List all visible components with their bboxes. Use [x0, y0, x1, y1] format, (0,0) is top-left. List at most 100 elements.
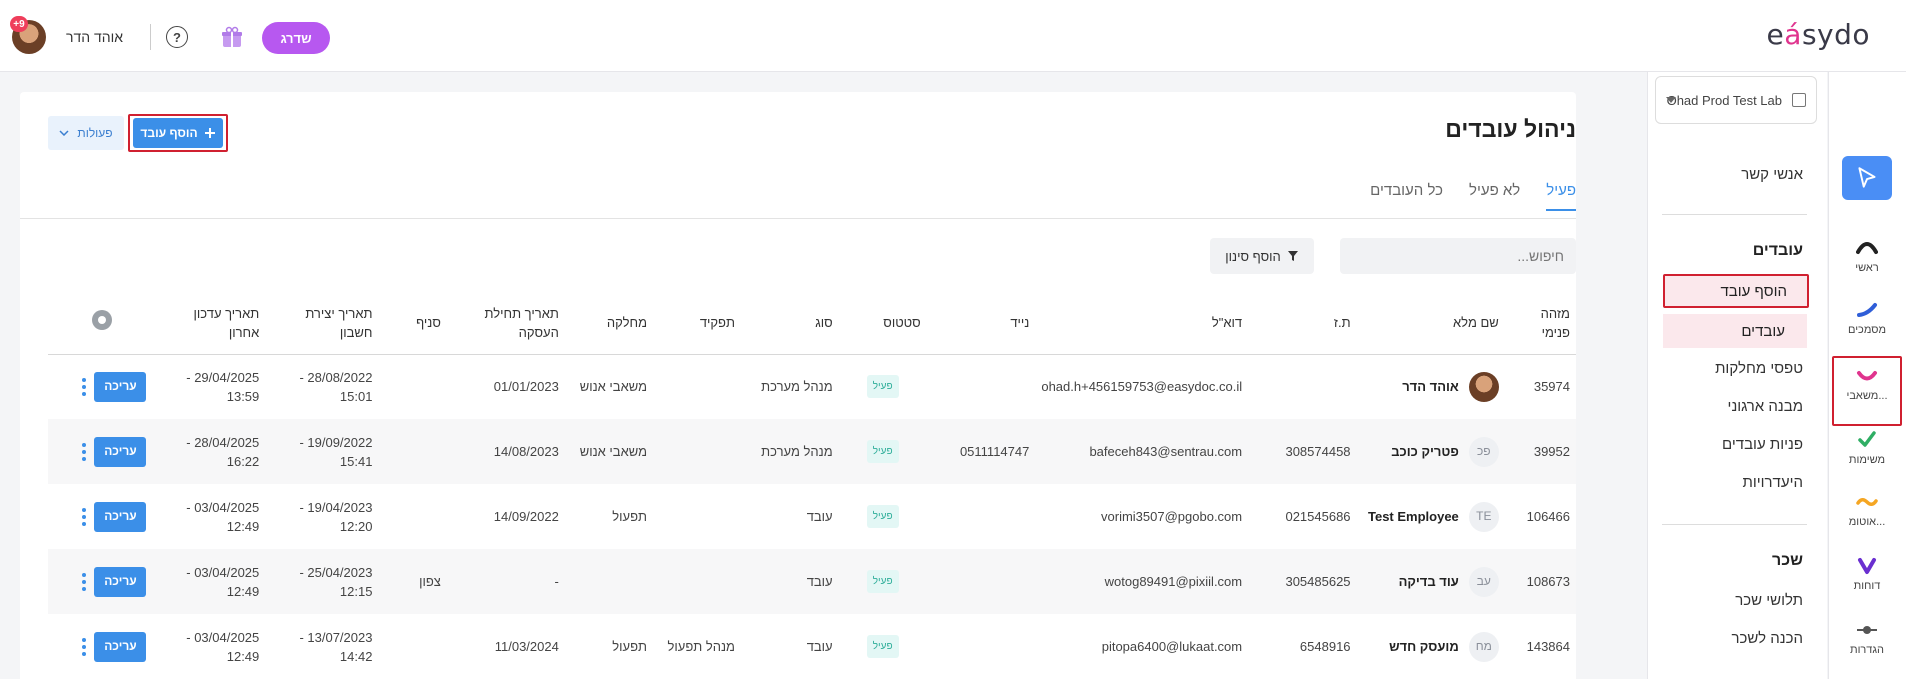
col-updated[interactable]: תאריך עדכון אחרון [156, 292, 266, 355]
cell-name: פכ פטריק כוכב [1356, 419, 1505, 484]
nav-add-employee[interactable]: הוסף עובד [1663, 274, 1809, 308]
employee-name[interactable]: פכ פטריק כוכב [1363, 436, 1499, 467]
cell-type: מנהל מערכת [741, 354, 839, 419]
notification-badge[interactable]: +9 [10, 16, 28, 32]
cell-role [653, 419, 741, 484]
edit-button[interactable]: עריכה [94, 371, 147, 402]
gear-icon[interactable] [92, 310, 113, 331]
tab-inactive[interactable]: לא פעיל [1469, 182, 1520, 211]
cell-created: 13/07/2023 - 14:42 [265, 614, 378, 679]
col-name[interactable]: שם מלא [1356, 292, 1505, 355]
cell-type: מנהל מערכת [740, 419, 839, 484]
nav-salary-prep[interactable]: הכנה לשכר [1731, 630, 1803, 647]
nav-absences[interactable]: היעדרויות [1742, 474, 1803, 491]
edit-button[interactable]: עריכה [94, 631, 147, 662]
cell-email: ohad.h+456159753@easydoc.co.il [1035, 354, 1248, 419]
rail-item-documents[interactable]: מסמכים [1832, 300, 1902, 336]
table-row: 143864 מח מועסק חדש 6548916 pitopa6400@lukaa… [48, 614, 1576, 679]
cell-email: pitopa6400@lukaat.com [1035, 614, 1248, 679]
cell-text: 143864 [1526, 639, 1570, 654]
cell-mobile [926, 549, 1036, 614]
nav-contacts[interactable]: אנשי קשר [1741, 166, 1803, 183]
tab-active[interactable]: פעיל [1546, 182, 1576, 211]
cell-text: ohad.h+456159753@easydoc.co.il [1041, 379, 1243, 395]
cell-tz: 021545686 [1248, 484, 1356, 549]
cell-text: 106466 [1526, 509, 1570, 524]
nav-payslips[interactable]: תלושי שכר [1735, 592, 1803, 609]
rail-item-settings[interactable]: הגדרות [1832, 620, 1902, 656]
search-input[interactable] [1340, 238, 1576, 274]
add-employee-button-frame[interactable]: הוסף עובד [128, 114, 228, 152]
col-id[interactable]: מזהה פנימי [1504, 292, 1576, 355]
user-avatar[interactable]: +9 [10, 16, 46, 54]
col-status[interactable]: סטטוס [838, 292, 927, 355]
cell-start: 14/08/2023 [446, 419, 565, 484]
col-mobile[interactable]: נייד [926, 292, 1036, 355]
nav-divider [1662, 214, 1807, 215]
col-settings[interactable] [48, 292, 157, 355]
tabs-divider [20, 218, 1576, 219]
add-filter-button[interactable]: הוסף סינון [1210, 238, 1314, 274]
rail-item-automations[interactable]: אוטומ... [1832, 492, 1902, 528]
nav-employees[interactable]: עובדים [1663, 314, 1807, 348]
cell-text: 021545686 [1285, 509, 1351, 524]
tab-all-employees[interactable]: כל העובדים [1370, 182, 1443, 211]
employee-name[interactable]: TE Test Employee [1363, 501, 1499, 532]
employee-name[interactable]: מח מועסק חדש [1363, 631, 1499, 662]
org-selector[interactable]: Ohad Prod Test Lab [1655, 76, 1817, 124]
kebab-icon[interactable] [74, 442, 94, 461]
cell-text: 39952 [1533, 444, 1570, 459]
employee-name[interactable]: עב עוד בדיקה [1363, 566, 1499, 597]
cell-start: 01/01/2023 [447, 354, 565, 419]
sub-navigation: Ohad Prod Test Lab אנשי קשר עובדים הוסף … [1647, 72, 1827, 679]
help-icon[interactable]: ? [166, 26, 188, 48]
kebab-icon[interactable] [74, 507, 94, 526]
col-email[interactable]: דוא"ל [1035, 292, 1249, 355]
add-employee-button[interactable]: הוסף עובד [133, 118, 223, 148]
col-created[interactable]: תאריך יצירת חשבון [265, 292, 379, 355]
rail-item-reports[interactable]: דוחות [1832, 556, 1902, 592]
col-role[interactable]: תפקיד [653, 292, 741, 355]
edit-button[interactable]: עריכה [94, 436, 147, 467]
cell-text: מנהל מערכת [761, 444, 833, 459]
kebab-icon[interactable] [74, 637, 94, 656]
edit-button[interactable]: עריכה [94, 566, 147, 597]
cell-text: 03/04/2025 - 12:49 [186, 499, 260, 534]
upgrade-button[interactable]: שדרג [262, 22, 330, 54]
kebab-icon[interactable] [74, 572, 94, 591]
cell-text: 35974 [1533, 379, 1570, 395]
col-start[interactable]: תאריך תחילת העסקה [446, 292, 565, 355]
col-dept[interactable]: מחלקה [564, 292, 654, 355]
page-title: ניהול עובדים [1445, 116, 1576, 142]
quick-action-button[interactable] [1842, 156, 1892, 200]
rail-item-hr[interactable]: משאבי... [1832, 356, 1902, 426]
col-branch[interactable]: סניף [378, 292, 447, 355]
cell-mobile [927, 614, 1036, 679]
actions-button[interactable]: פעולות [48, 116, 124, 150]
cell-id: 39952 [1504, 419, 1576, 484]
nav-dept-forms[interactable]: טפסי מחלקות [1715, 360, 1803, 377]
cell-text: 13/07/2023 - 14:42 [299, 629, 373, 664]
cell-updated: 03/04/2025 - 12:49 [156, 549, 266, 614]
avatar [1468, 371, 1499, 402]
user-name[interactable]: אוהד הדר [66, 29, 123, 45]
rail-item-home[interactable]: ראשי [1832, 238, 1902, 274]
home-icon [1856, 242, 1878, 254]
col-type[interactable]: סוג [740, 292, 839, 355]
cell-actions: עריכה [48, 419, 157, 484]
cell-text: 0511114747 [959, 444, 1030, 459]
gift-icon[interactable] [220, 25, 244, 49]
edit-button[interactable]: עריכה [94, 501, 147, 532]
add-employee-label: הוסף עובד [140, 126, 198, 140]
top-header: +9 אוהד הדר ? שדרג eásydo [0, 0, 1906, 72]
header-divider [150, 24, 151, 50]
cell-text: vorimi3507@pgobo.com [1101, 509, 1243, 524]
cell-branch [378, 419, 447, 484]
col-tz[interactable]: ת.ז [1248, 292, 1357, 355]
cell-text: תפעול [612, 509, 648, 524]
employee-name[interactable]: אוהד הדר [1363, 371, 1499, 402]
rail-item-tasks[interactable]: משימות [1832, 430, 1902, 466]
nav-employee-requests[interactable]: פניות עובדים [1722, 436, 1803, 453]
nav-org-structure[interactable]: מבנה ארגוני [1728, 398, 1803, 415]
kebab-icon[interactable] [74, 377, 94, 396]
